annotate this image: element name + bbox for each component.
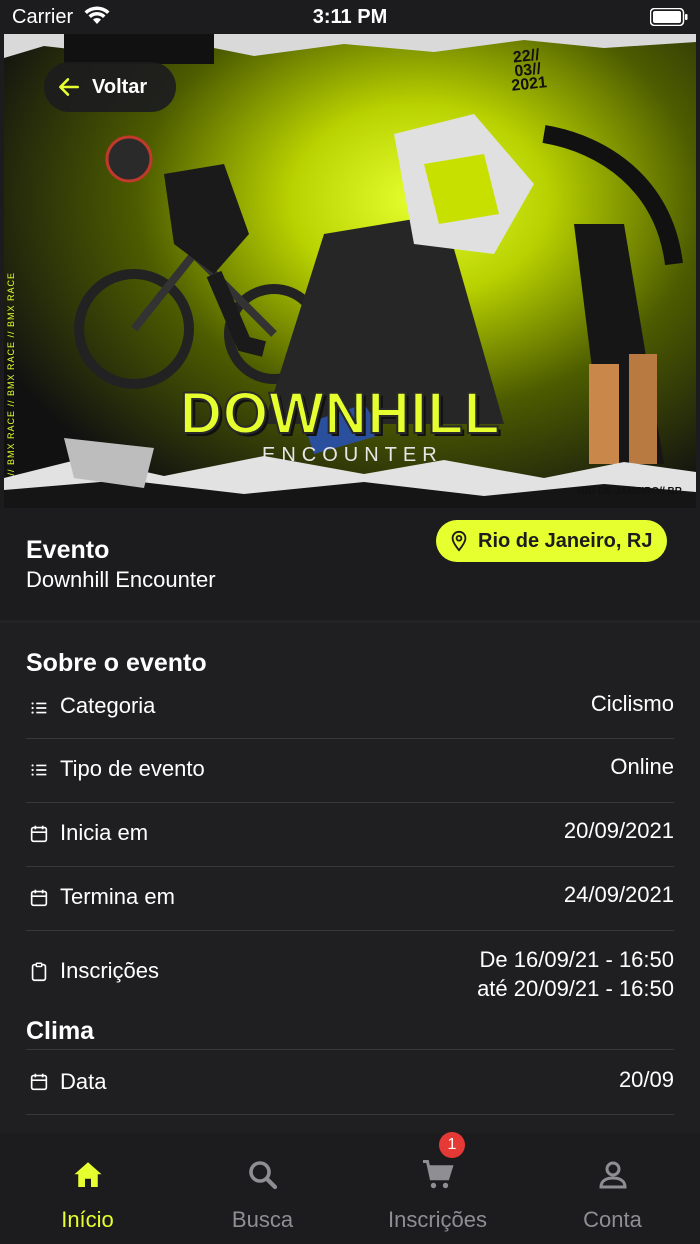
banner-date: 22// 03// 2021 (511, 46, 549, 95)
banner-subtitle: ENCOUNTER (262, 444, 443, 466)
calendar-icon (30, 1073, 48, 1091)
info-row-value: 20/09 (618, 1067, 674, 1092)
tab-label: Busca (231, 1207, 294, 1232)
event-label: Evento (26, 536, 110, 564)
home-icon (74, 1162, 101, 1187)
info-row-value: 24/09/2021 (563, 882, 674, 907)
tab-search[interactable]: Busca (175, 1133, 350, 1244)
info-row-label: Inscrições (60, 958, 160, 983)
about-title: Sobre o evento (26, 649, 207, 677)
status-bar: Carrier 3:11 PM (0, 0, 700, 34)
registration-end: até 20/09/21 - 16:50 (477, 976, 674, 1001)
search-icon (248, 1161, 277, 1190)
banner-title: DOWNHILL (179, 380, 501, 447)
climate-row-date: Data 20/09 (26, 1051, 674, 1115)
calendar-icon (30, 825, 48, 843)
person-icon (598, 1161, 627, 1189)
info-row-label: Tipo de evento (60, 756, 205, 781)
info-row-category: Categoria Ciclismo (26, 681, 674, 739)
info-row-value: 20/09/2021 (563, 818, 674, 843)
tab-label: Início (61, 1207, 114, 1232)
clipboard-icon (31, 962, 47, 982)
location-pin-icon (451, 530, 467, 552)
cart-badge: 1 (439, 1132, 465, 1158)
event-name: Downhill Encounter (26, 567, 216, 592)
event-header: Evento Downhill Encounter Rio de Janeiro… (0, 508, 700, 620)
location-text: Rio de Janeiro, RJ (478, 529, 653, 552)
banner-location: RIO DE JANEIRO// BR (577, 486, 682, 497)
climate-divider (26, 1049, 674, 1050)
tab-bar: Início Busca Inscrições Conta (0, 1133, 700, 1244)
info-row-value: Ciclismo (590, 691, 674, 716)
battery-icon (650, 8, 688, 26)
info-row-event-type: Tipo de evento Online (26, 739, 674, 803)
clock: 3:11 PM (312, 6, 388, 28)
registration-start: De 16/09/21 - 16:50 (479, 947, 674, 972)
back-button[interactable]: Voltar (44, 62, 176, 112)
list-icon (31, 764, 47, 776)
tab-label: Inscrições (387, 1207, 488, 1232)
info-row-label: Inicia em (60, 820, 149, 845)
tab-account[interactable]: Conta (525, 1133, 700, 1244)
info-row-label: Data (60, 1069, 107, 1094)
climate-title: Clima (26, 1017, 95, 1045)
info-row-value: Online (610, 754, 674, 779)
tab-home[interactable]: Início (0, 1133, 175, 1244)
info-row-label: Termina em (60, 884, 175, 909)
info-row-value: De 16/09/21 - 16:50 até 20/09/21 - 16:50 (477, 945, 674, 1003)
info-row-end: Termina em 24/09/2021 (26, 867, 674, 931)
tab-label: Conta (583, 1207, 642, 1232)
about-section: Sobre o evento Categoria Ciclismo Tipo d… (0, 623, 700, 1133)
back-button-label: Voltar (92, 75, 148, 98)
location-badge[interactable]: Rio de Janeiro, RJ (436, 520, 667, 562)
info-row-start: Inicia em 20/09/2021 (26, 803, 674, 867)
cart-icon (422, 1160, 454, 1189)
info-row-registration: Inscrições De 16/09/21 - 16:50 até 20/09… (26, 931, 674, 1011)
arrow-left-icon (59, 78, 79, 96)
info-row-label: Categoria (60, 693, 156, 718)
tab-registrations[interactable]: Inscrições (350, 1133, 525, 1244)
list-icon (31, 702, 47, 714)
calendar-icon (30, 889, 48, 907)
